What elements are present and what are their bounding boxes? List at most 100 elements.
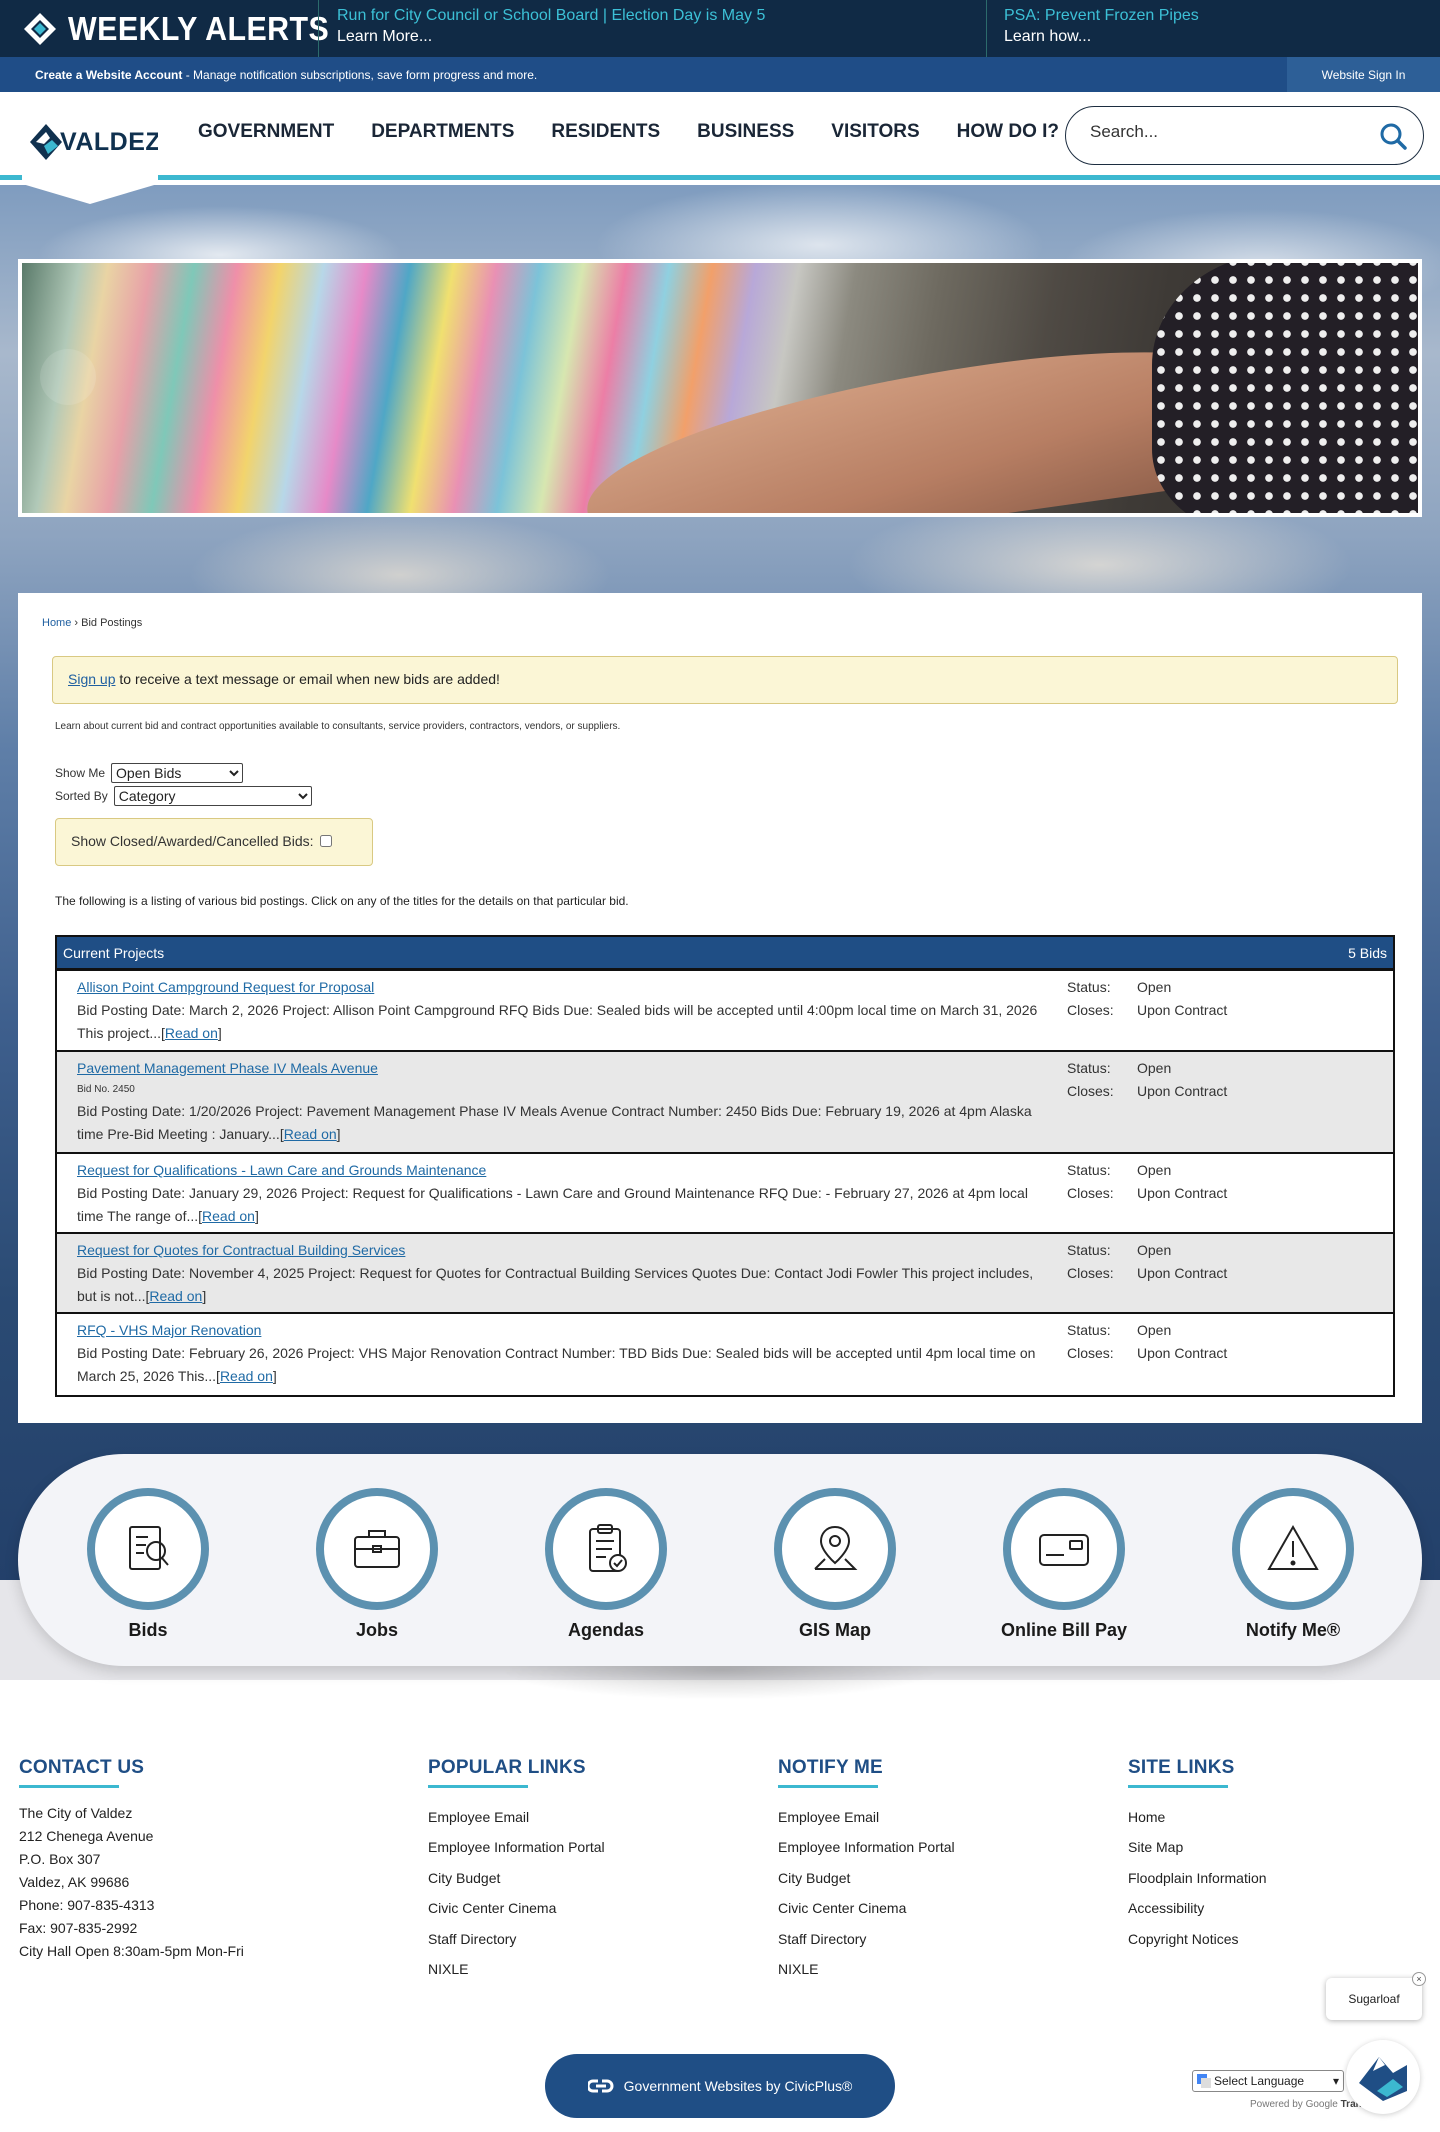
alert-title[interactable]: Run for City Council or School Board | E… <box>337 6 986 26</box>
chat-bubble[interactable]: Sugarloaf × <box>1326 1972 1426 2020</box>
footer-link[interactable]: Employee Email <box>778 1802 955 1832</box>
weekly-alerts-logo: WEEKLY ALERTS <box>22 7 352 51</box>
bid-title-link[interactable]: Allison Point Campground Request for Pro… <box>77 976 1047 999</box>
alert-learn-how[interactable]: Learn how... <box>1004 26 1440 48</box>
bid-row: Request for Qualifications - Lawn Care a… <box>57 1152 1393 1232</box>
breadcrumb-home-link[interactable]: Home <box>42 617 71 629</box>
bid-status: Open <box>1137 1242 1172 1258</box>
show-closed-box: Show Closed/Awarded/Cancelled Bids: <box>55 818 373 866</box>
account-message: Create a Website Account - Manage notifi… <box>35 68 537 82</box>
footer-link[interactable]: Floodplain Information <box>1128 1863 1267 1893</box>
chat-close-icon[interactable]: × <box>1412 1972 1426 1986</box>
footer-link[interactable]: Employee Email <box>428 1802 605 1832</box>
sorted-by-select[interactable]: Category <box>113 785 312 806</box>
chat-bubble-text[interactable]: Sugarloaf <box>1348 1992 1399 2006</box>
quick-link-notify-me[interactable]: Notify Me® <box>1213 1488 1373 1641</box>
quick-link-label[interactable]: Jobs <box>297 1620 457 1641</box>
alert-item-election[interactable]: Run for City Council or School Board | E… <box>318 0 986 57</box>
footer-link[interactable]: NIXLE <box>428 1954 605 1984</box>
contact-line: 212 Chenega Avenue <box>19 1828 154 1844</box>
bid-title-link[interactable]: RFQ - VHS Major Renovation <box>77 1319 1047 1342</box>
footer-link[interactable]: Copyright Notices <box>1128 1924 1267 1954</box>
slideshow-prev-arrow-icon[interactable] <box>40 349 96 405</box>
quick-link-label[interactable]: Agendas <box>526 1620 686 1641</box>
footer-link[interactable]: Staff Directory <box>778 1924 955 1954</box>
status-label: Status: <box>1067 1322 1111 1338</box>
quick-link-circle[interactable] <box>774 1488 896 1610</box>
contact-line: The City of Valdez <box>19 1805 133 1821</box>
quick-link-circle[interactable] <box>1232 1488 1354 1610</box>
alert-item-frozen-pipes[interactable]: PSA: Prevent Frozen Pipes Learn how... <box>986 0 1440 57</box>
read-on-link[interactable]: Read on <box>165 1025 218 1041</box>
bid-title-link[interactable]: Request for Qualifications - Lawn Care a… <box>77 1159 1047 1182</box>
footer-heading-underline <box>778 1785 878 1788</box>
show-closed-checkbox[interactable] <box>319 835 332 847</box>
quick-link-online-bill-pay[interactable]: Online Bill Pay <box>984 1488 1144 1641</box>
footer-heading-underline <box>19 1785 119 1788</box>
contact-line: P.O. Box 307 <box>19 1851 101 1867</box>
nav-how-do-i[interactable]: HOW DO I? <box>957 121 1059 143</box>
search-button[interactable] <box>1371 114 1415 158</box>
footer-link[interactable]: Staff Directory <box>428 1924 605 1954</box>
civicplus-link[interactable]: Government Websites by CivicPlus® <box>545 2054 895 2118</box>
quick-link-label[interactable]: Bids <box>68 1620 228 1641</box>
footer-link[interactable]: Accessibility <box>1128 1893 1267 1923</box>
nav-government[interactable]: GOVERNMENT <box>198 121 334 143</box>
nav-residents[interactable]: RESIDENTS <box>551 121 660 143</box>
footer-link[interactable]: City Budget <box>428 1863 605 1893</box>
footer-link[interactable]: NIXLE <box>778 1954 955 1984</box>
show-closed-label: Show Closed/Awarded/Cancelled Bids: <box>71 833 314 849</box>
footer-link[interactable]: Civic Center Cinema <box>778 1893 955 1923</box>
quick-link-agendas[interactable]: Agendas <box>526 1488 686 1641</box>
status-label: Status: <box>1067 1242 1111 1258</box>
footer-link[interactable]: Civic Center Cinema <box>428 1893 605 1923</box>
nav-departments[interactable]: DEPARTMENTS <box>371 121 514 143</box>
quick-link-jobs[interactable]: Jobs <box>297 1488 457 1641</box>
bid-description: Bid Posting Date: March 2, 2026 Project:… <box>77 1002 1038 1041</box>
language-select-label[interactable]: Select Language <box>1214 2074 1304 2088</box>
civicplus-text[interactable]: Government Websites by CivicPlus® <box>624 2078 853 2094</box>
language-select[interactable]: Select Language ▾ <box>1192 2070 1344 2092</box>
footer-contact-us: CONTACT US The City of Valdez 212 Cheneg… <box>19 1757 244 1963</box>
alert-title[interactable]: PSA: Prevent Frozen Pipes <box>1004 6 1440 26</box>
bid-title-link[interactable]: Pavement Management Phase IV Meals Avenu… <box>77 1057 1047 1080</box>
show-me-select[interactable]: Open Bids <box>111 762 244 783</box>
footer-link[interactable]: Employee Information Portal <box>778 1832 955 1862</box>
footer-heading: CONTACT US <box>19 1757 145 1778</box>
quick-link-label[interactable]: Online Bill Pay <box>984 1620 1144 1641</box>
footer-link[interactable]: Site Map <box>1128 1832 1267 1862</box>
footer-link[interactable]: City Budget <box>778 1863 955 1893</box>
quick-link-circle[interactable] <box>87 1488 209 1610</box>
valdez-logo-link[interactable]: VALDEZ <box>22 92 158 204</box>
sorted-by-label: Sorted By <box>55 788 108 803</box>
quick-link-bids[interactable]: Bids <box>68 1488 228 1641</box>
read-on-link[interactable]: Read on <box>220 1368 273 1384</box>
footer-link[interactable]: Home <box>1128 1802 1267 1832</box>
create-account-link[interactable]: Create a Website Account <box>35 68 182 82</box>
read-on-link[interactable]: Read on <box>149 1288 202 1304</box>
read-on-link[interactable]: Read on <box>284 1126 337 1142</box>
quick-link-label[interactable]: Notify Me® <box>1213 1620 1373 1641</box>
read-on-link[interactable]: Read on <box>202 1208 255 1224</box>
footer-heading: POPULAR LINKS <box>428 1757 586 1778</box>
quick-link-gis-map[interactable]: GIS Map <box>755 1488 915 1641</box>
intro-text: Learn about current bid and contract opp… <box>55 721 621 732</box>
credit-card-icon <box>1039 1534 1089 1566</box>
chat-assistant-launcher[interactable] <box>1346 2040 1420 2114</box>
closes-label: Closes: <box>1067 1185 1114 1201</box>
alert-learn-more[interactable]: Learn More... <box>337 26 986 48</box>
nav-business[interactable]: BUSINESS <box>697 121 794 143</box>
footer-heading-underline <box>428 1785 528 1788</box>
website-sign-in-button[interactable]: Website Sign In <box>1287 57 1440 92</box>
quick-link-label[interactable]: GIS Map <box>755 1620 915 1641</box>
signup-link[interactable]: Sign up <box>68 671 115 687</box>
quick-link-circle[interactable] <box>1003 1488 1125 1610</box>
bid-title-link[interactable]: Request for Quotes for Contractual Build… <box>77 1239 1047 1262</box>
quick-link-circle[interactable] <box>316 1488 438 1610</box>
footer-link[interactable]: Employee Information Portal <box>428 1832 605 1862</box>
search-input[interactable] <box>1090 122 1350 142</box>
nav-visitors[interactable]: VISITORS <box>831 121 919 143</box>
quick-link-circle[interactable] <box>545 1488 667 1610</box>
warning-triangle-icon <box>1267 1524 1319 1570</box>
alert-diamond-icon <box>24 13 56 45</box>
